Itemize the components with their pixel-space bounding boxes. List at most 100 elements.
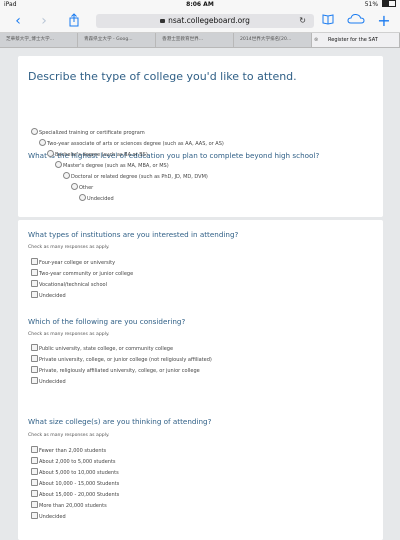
- option-label: Bachelor's degree (such as BA or BS): [55, 152, 148, 158]
- option-label: Undecided: [39, 379, 66, 385]
- checkbox[interactable]: [31, 479, 38, 486]
- tab-4[interactable]: 2014世界大学排名[20...: [234, 33, 312, 47]
- tab-active[interactable]: ⊗ Register for the SAT: [312, 33, 400, 47]
- address-bar[interactable]: nsat.collegeboard.org ↻: [96, 14, 314, 28]
- radio-button[interactable]: [79, 194, 86, 201]
- option-label: Undecided: [39, 293, 66, 299]
- cloud-icon: [347, 13, 365, 25]
- checkbox[interactable]: [31, 490, 38, 497]
- radio-button[interactable]: [71, 183, 78, 190]
- radio-button[interactable]: [39, 139, 46, 146]
- q-institutions-hint: Check as many responses as apply.: [28, 245, 109, 250]
- size-option[interactable]: About 15,000 - 20,000 Students: [31, 491, 119, 499]
- college-type-option[interactable]: Public university, state college, or com…: [31, 345, 173, 353]
- institution-option[interactable]: Four-year college or university: [31, 259, 115, 267]
- option-label: Specialized training or certificate prog…: [39, 130, 145, 136]
- option-label: Two-year associate of arts or sciences d…: [47, 141, 224, 147]
- tab-strip: 芝華蔡大学_博士大学... 青森県立大学 - Goog... 香港士宣教育世界.…: [0, 33, 400, 48]
- checkbox[interactable]: [31, 512, 38, 519]
- tab-1[interactable]: 芝華蔡大学_博士大学...: [0, 33, 78, 47]
- radio-button[interactable]: [55, 161, 62, 168]
- edu-option[interactable]: Other: [71, 184, 93, 192]
- checkbox[interactable]: [31, 501, 38, 508]
- college-type-option[interactable]: Private university, college, or junior c…: [31, 356, 212, 364]
- back-icon[interactable]: ‹: [10, 13, 26, 29]
- radio-button[interactable]: [31, 128, 38, 135]
- option-label: About 5,000 to 10,000 students: [39, 470, 119, 476]
- checkbox[interactable]: [31, 377, 38, 384]
- option-label: Vocational/technical school: [39, 282, 107, 288]
- tab-label: Register for the SAT: [328, 37, 378, 43]
- tab-label: 芝華蔡大学_博士大学...: [6, 37, 54, 42]
- checkbox[interactable]: [31, 468, 38, 475]
- close-tab-icon[interactable]: ⊗: [314, 33, 318, 47]
- q-considering-hint: Check as many responses as apply.: [28, 332, 109, 337]
- institution-option[interactable]: Undecided: [31, 292, 66, 300]
- tab-label: 香港士宣教育世界...: [162, 37, 203, 42]
- option-label: Undecided: [87, 196, 114, 202]
- size-option[interactable]: Undecided: [31, 513, 66, 521]
- tab-2[interactable]: 青森県立大学 - Goog...: [78, 33, 156, 47]
- checkbox[interactable]: [31, 355, 38, 362]
- size-option[interactable]: More than 20,000 students: [31, 502, 107, 510]
- checkbox[interactable]: [31, 344, 38, 351]
- battery-icon: [382, 0, 396, 7]
- battery-indicator: 51%: [365, 0, 396, 10]
- url-text: nsat.collegeboard.org: [168, 16, 250, 25]
- q-institutions-title: What types of institutions are you inter…: [28, 230, 238, 239]
- checkbox[interactable]: [31, 446, 38, 453]
- option-label: Fewer than 2,000 students: [39, 448, 106, 454]
- q-considering-title: Which of the following are you consideri…: [28, 317, 185, 326]
- battery-percent: 51%: [365, 1, 378, 8]
- checkbox[interactable]: [31, 457, 38, 464]
- radio-button[interactable]: [47, 150, 54, 157]
- size-option[interactable]: About 5,000 to 10,000 students: [31, 469, 119, 477]
- reload-icon[interactable]: ↻: [299, 14, 306, 28]
- institution-option[interactable]: Two-year community or junior college: [31, 270, 133, 278]
- edu-option[interactable]: Two-year associate of arts or sciences d…: [39, 140, 224, 148]
- size-option[interactable]: Fewer than 2,000 students: [31, 447, 106, 455]
- option-label: About 10,000 - 15,000 Students: [39, 481, 119, 487]
- edu-option[interactable]: Specialized training or certificate prog…: [31, 129, 145, 137]
- option-label: Master's degree (such as MA, MBA, or MS): [63, 163, 169, 169]
- q-size-hint: Check as many responses as apply.: [28, 433, 109, 438]
- tab-label: 2014世界大学排名[20...: [240, 37, 291, 42]
- checkbox[interactable]: [31, 269, 38, 276]
- browser-toolbar: ‹ › nsat.collegeboard.org ↻ +: [0, 10, 400, 33]
- page-content: Describe the type of college you'd like …: [0, 48, 400, 533]
- checkbox[interactable]: [31, 280, 38, 287]
- tab-label: 青森県立大学 - Goog...: [84, 37, 133, 42]
- q-size-title: What size college(s) are you thinking of…: [28, 417, 211, 426]
- option-label: Two-year community or junior college: [39, 271, 133, 277]
- icloud-tabs-icon[interactable]: [346, 13, 366, 29]
- option-label: About 15,000 - 20,000 Students: [39, 492, 119, 498]
- college-type-option[interactable]: Undecided: [31, 378, 66, 386]
- tab-3[interactable]: 香港士宣教育世界...: [156, 33, 234, 47]
- checkbox[interactable]: [31, 291, 38, 298]
- institution-option[interactable]: Vocational/technical school: [31, 281, 107, 289]
- edu-option[interactable]: Bachelor's degree (such as BA or BS): [47, 151, 148, 159]
- share-icon[interactable]: [66, 13, 82, 29]
- option-label: Doctoral or related degree (such as PhD,…: [71, 174, 208, 180]
- checkbox[interactable]: [31, 258, 38, 265]
- size-option[interactable]: About 2,000 to 5,000 students: [31, 458, 116, 466]
- size-option[interactable]: About 10,000 - 15,000 Students: [31, 480, 119, 488]
- new-tab-icon[interactable]: +: [376, 13, 392, 29]
- college-type-option[interactable]: Private, religiously affiliated universi…: [31, 367, 200, 375]
- radio-button[interactable]: [63, 172, 70, 179]
- option-label: Four-year college or university: [39, 260, 115, 266]
- checkbox[interactable]: [31, 366, 38, 373]
- status-bar: iPad 8:06 AM 51%: [0, 0, 400, 10]
- option-label: More than 20,000 students: [39, 503, 107, 509]
- edu-option[interactable]: Master's degree (such as MA, MBA, or MS): [55, 162, 169, 170]
- page-title: Describe the type of college you'd like …: [28, 70, 297, 83]
- edu-option[interactable]: Undecided: [79, 195, 114, 203]
- lock-icon: [160, 19, 165, 23]
- share-icon-glyph: [68, 13, 80, 27]
- forward-icon[interactable]: ›: [36, 13, 52, 29]
- bookmarks-icon[interactable]: [320, 13, 336, 29]
- option-label: Undecided: [39, 514, 66, 520]
- edu-option[interactable]: Doctoral or related degree (such as PhD,…: [63, 173, 208, 181]
- book-icon: [322, 13, 334, 25]
- option-label: Other: [79, 185, 93, 191]
